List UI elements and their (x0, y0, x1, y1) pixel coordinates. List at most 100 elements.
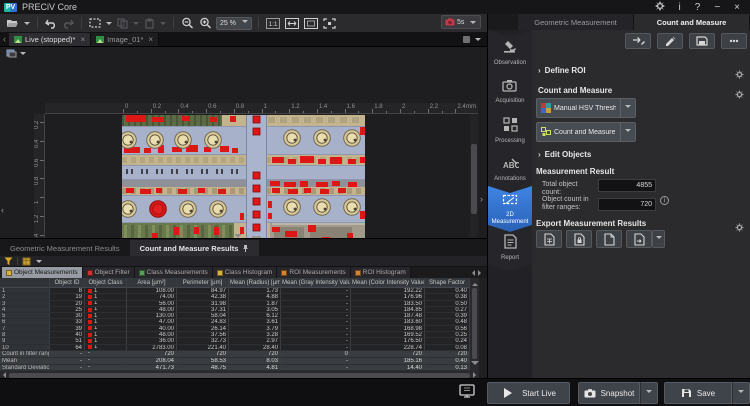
processing-icon (503, 117, 518, 137)
ruler-label: 0.2 (153, 104, 161, 110)
save-parameters-button[interactable] (689, 33, 715, 49)
edit-objects-header[interactable]: ›Edit Objects (538, 150, 591, 159)
collapse-right-icon[interactable]: › (480, 194, 483, 204)
export-spreadsheet-button[interactable] (536, 230, 562, 248)
export-file-button[interactable] (596, 230, 622, 248)
ruler-tick (386, 111, 387, 113)
zoom-1to1-button[interactable]: 1:1 (265, 16, 281, 30)
paste-chevron-icon[interactable] (160, 22, 166, 28)
paste-button[interactable] (143, 16, 156, 30)
export-gear-icon[interactable] (735, 219, 744, 237)
fit-width-button[interactable] (303, 16, 319, 30)
image-viewer[interactable]: 00.20.40.60.811.21.41.61.822.22.4mm 0.20… (0, 46, 487, 238)
tab-geometric-results[interactable]: Geometric Measurement Results (0, 240, 130, 256)
settings-gear-icon[interactable] (655, 1, 665, 14)
open-file-chevron-icon[interactable] (24, 22, 30, 28)
viewer-subtoolbar (6, 49, 27, 58)
ruler-tick (151, 109, 152, 113)
table-vertical-scrollbar[interactable] (470, 278, 479, 371)
subtab-class-histogram[interactable]: Class Histogram (213, 267, 278, 278)
tab-geometric-measurement[interactable]: Geometric Measurement (518, 14, 634, 30)
rect-select-button[interactable] (88, 16, 102, 30)
zoom-chevron-icon (242, 20, 248, 26)
tab-list-chevron-icon[interactable] (475, 38, 481, 44)
zoom-out-button[interactable] (180, 16, 195, 30)
copy-button[interactable] (116, 16, 129, 30)
tab-live-close-icon[interactable]: × (80, 35, 85, 44)
class-color-swatch (88, 326, 92, 330)
open-file-button[interactable] (5, 16, 20, 30)
tab-live[interactable]: Live (stopped)* × (9, 33, 91, 46)
table-stat-row[interactable]: Count in filter ranges:--720720720072072… (0, 351, 470, 358)
layer-export-icon[interactable] (6, 49, 17, 58)
manual-hsv-threshold-button[interactable]: Manual HSV Threshold... (536, 98, 636, 118)
zoom-in-button[interactable] (198, 16, 213, 30)
help-manual-icon[interactable] (459, 384, 475, 404)
copy-chevron-icon[interactable] (133, 22, 139, 28)
undo-button[interactable] (44, 16, 58, 30)
subtab-class-measurements[interactable]: Class Measurements (135, 267, 213, 278)
tab-options-icon[interactable] (463, 36, 470, 43)
fit-to-window-button[interactable] (284, 16, 300, 30)
define-roi-gear-icon[interactable] (735, 66, 744, 84)
fullscreen-button[interactable] (322, 16, 337, 30)
table-cell: Shape Factor (425, 278, 470, 288)
snapshot-timer-select[interactable]: 5s (441, 15, 481, 29)
subtab-roi-measurements[interactable]: ROI Measurements (277, 267, 350, 278)
measurement-table: Object IDObject ClassArea [µm²]Perimeter… (0, 278, 470, 371)
table-cell: Mean (0, 358, 50, 365)
pick-object-button[interactable] (625, 33, 651, 49)
edit-threshold-button[interactable] (657, 33, 683, 49)
save-chevron-button[interactable] (732, 382, 750, 404)
subtab-scroll-right-icon[interactable] (478, 270, 484, 276)
tab-count-measure-results[interactable]: Count and Measure Results (130, 240, 260, 256)
subtab-object-measurements[interactable]: Object Measurements (2, 267, 83, 278)
filter-funnel-icon[interactable] (4, 257, 13, 266)
threshold-chevron-icon[interactable] (620, 99, 635, 117)
subtab-object-filter[interactable]: Object Filter (83, 267, 135, 278)
table-stat-row[interactable]: Mean--208.0458.538.03-185.160.40 (0, 358, 470, 365)
save-button[interactable]: Save (664, 382, 732, 404)
tab-image01-close-icon[interactable]: × (148, 35, 153, 44)
timer-value: 5s (457, 19, 464, 26)
export-send-button[interactable] (626, 230, 652, 248)
help-icon[interactable]: ? (695, 2, 701, 13)
total-count-field[interactable] (598, 179, 656, 192)
info-icon[interactable]: i (679, 2, 681, 13)
layer-export-chevron-icon[interactable] (20, 52, 26, 58)
ruler-tick (455, 109, 456, 113)
pin-icon[interactable] (242, 244, 249, 252)
collapse-left-icon[interactable]: ‹ (1, 205, 4, 215)
subtab-roi-histogram[interactable]: ROI Histogram (351, 267, 411, 278)
count-measure-gear-icon[interactable] (735, 86, 744, 104)
snapshot-chevron-button[interactable] (640, 382, 658, 404)
table-header-row: Object IDObject ClassArea [µm²]Perimeter… (0, 278, 470, 288)
export-table-chevron-icon[interactable] (36, 260, 42, 266)
count-chevron-icon[interactable] (620, 123, 635, 141)
filter-count-field[interactable] (598, 198, 656, 211)
subtab-label: Class Measurements (147, 269, 208, 276)
export-table-icon[interactable] (22, 257, 31, 266)
rect-select-chevron-icon[interactable] (106, 22, 112, 28)
define-roi-header[interactable]: ›Define ROI (538, 66, 586, 75)
svg-text:1:1: 1:1 (268, 21, 277, 28)
export-protected-button[interactable] (566, 230, 592, 248)
filter-info-icon[interactable]: i (660, 196, 669, 205)
export-chevron-button[interactable] (652, 230, 665, 248)
start-live-button[interactable]: Start Live (487, 382, 570, 404)
close-icon[interactable]: × (734, 2, 740, 13)
subtab-scroll-left-icon[interactable] (469, 270, 475, 276)
subtab-icon (6, 270, 12, 276)
snapshot-button[interactable]: Snapshot (578, 382, 640, 404)
tab-image01[interactable]: Image_01* × (91, 33, 159, 46)
ruler-tick (192, 111, 193, 113)
sidebar-item-observation[interactable]: Observation (488, 30, 532, 76)
tab-scroll-left-icon[interactable]: ‹ (0, 33, 9, 46)
tab-count-and-measure[interactable]: Count and Measure (634, 14, 750, 30)
window-title: PRECiV Core (22, 2, 77, 12)
zoom-level-select[interactable]: 25 % (216, 17, 252, 30)
minimize-icon[interactable]: − (714, 2, 720, 13)
redo-button[interactable] (61, 16, 75, 30)
count-and-measure-button[interactable]: Count and Measure (536, 122, 636, 142)
options-button[interactable] (721, 33, 747, 49)
